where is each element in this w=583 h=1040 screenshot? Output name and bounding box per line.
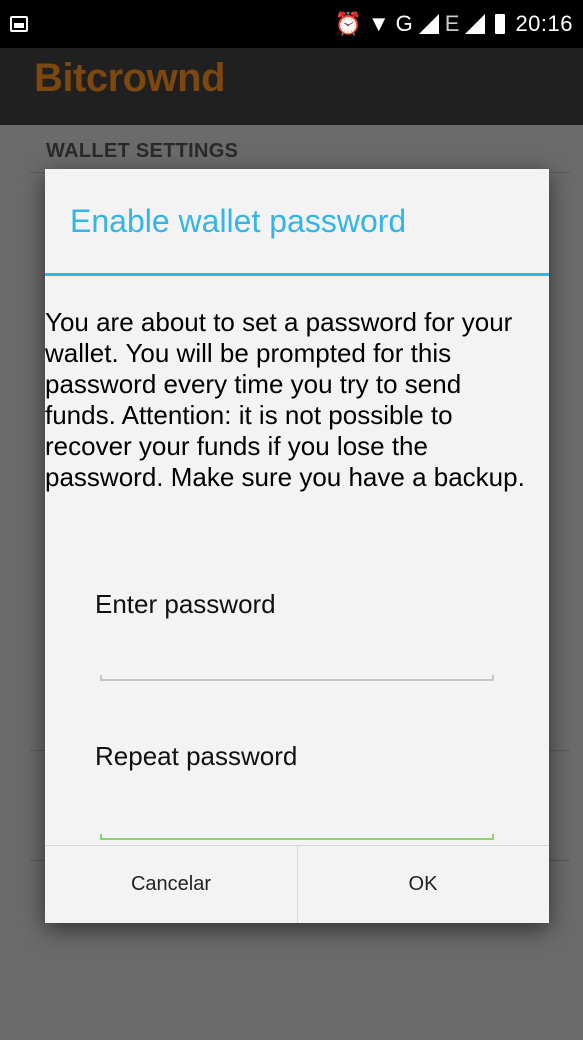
title-divider [45, 273, 549, 276]
dialog-title: Enable wallet password [70, 203, 407, 239]
e-network-label: E [444, 11, 460, 36]
signal-icon [418, 14, 439, 34]
g-network-label: G [395, 11, 413, 36]
repeat-password-label: Repeat password [95, 741, 298, 771]
cancel-button[interactable]: Cancelar [45, 846, 297, 923]
dialog-message: You are about to set a password for your… [45, 307, 525, 492]
section-title: WALLET SETTINGS [46, 140, 239, 162]
clock: 20:16 [515, 11, 573, 36]
signal-icon [465, 14, 486, 34]
app-bar: Bitcrownd [0, 48, 583, 125]
enter-password-input[interactable] [100, 669, 494, 681]
alarm-icon: ⏰ [334, 11, 362, 36]
enter-password-label: Enter password [95, 589, 276, 619]
password-dialog: Enable wallet password You are about to … [45, 169, 549, 923]
wifi-icon: ▼ [367, 11, 390, 36]
ok-button[interactable]: OK [297, 846, 549, 923]
status-icons: ⏰ ▼ G E 20:16 [334, 10, 573, 38]
status-bar: ⏰ ▼ G E 20:16 [0, 0, 583, 48]
image-notification-icon [10, 16, 28, 32]
repeat-password-input[interactable] [100, 828, 494, 840]
app-logo: Bitcrownd [34, 56, 226, 100]
battery-icon [495, 14, 506, 34]
